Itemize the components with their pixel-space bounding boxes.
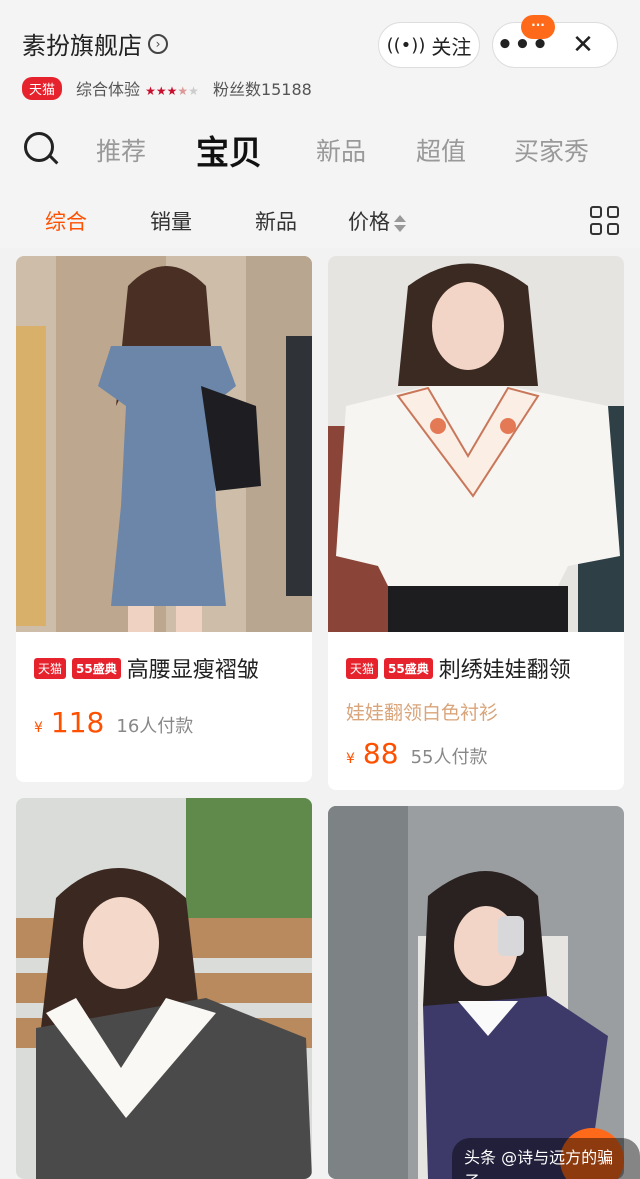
price-row: ¥ 118 16人付款 bbox=[34, 706, 294, 739]
message-badge: ··· bbox=[521, 15, 555, 39]
tab-recommend[interactable]: 推荐 bbox=[96, 132, 146, 168]
tmall-tag: 天猫 bbox=[346, 657, 379, 679]
product-photo bbox=[328, 806, 624, 1179]
product-title: 天猫 55盛典 高腰显瘦褶皱 bbox=[34, 652, 294, 684]
product-title: 天猫 55盛典 刺绣娃娃翻领 bbox=[346, 652, 606, 684]
product-price: 118 bbox=[50, 706, 105, 739]
product-photo bbox=[16, 798, 312, 1179]
store-name-link[interactable]: 素扮旗舰店 › bbox=[22, 26, 168, 61]
sort-new[interactable]: 新品 bbox=[255, 206, 297, 236]
product-title-text: 高腰显瘦褶皱 bbox=[126, 658, 259, 683]
watermark-label: 头条 @诗与远方的骗子 bbox=[452, 1138, 640, 1179]
product-title-text: 刺绣娃娃翻领 bbox=[438, 658, 571, 683]
product-info: 天猫 55盛典 刺绣娃娃翻领 娃娃翻领白色衬衫 ¥ 88 55人付款 bbox=[328, 652, 624, 770]
sort-arrows-icon bbox=[394, 214, 406, 232]
tmall-tag: 天猫 bbox=[34, 657, 67, 679]
follow-label: 关注 bbox=[431, 34, 472, 59]
event-tag: 55盛典 bbox=[72, 657, 121, 679]
currency-symbol: ¥ bbox=[34, 720, 43, 736]
product-card[interactable]: 天猫 55盛典 刺绣娃娃翻领 娃娃翻领白色衬衫 ¥ 88 55人付款 bbox=[328, 256, 624, 790]
follow-button[interactable]: ((•)) 关注 bbox=[378, 22, 480, 68]
broadcast-icon: ((•)) bbox=[386, 34, 426, 56]
currency-symbol: ¥ bbox=[346, 751, 355, 767]
tab-items[interactable]: 宝贝 bbox=[196, 126, 262, 174]
store-nav: 推荐 宝贝 新品 超值 买家秀 bbox=[0, 124, 640, 174]
sort-overall[interactable]: 综合 bbox=[45, 206, 87, 236]
price-row: ¥ 88 55人付款 bbox=[346, 737, 606, 770]
fans-count: 粉丝数15188 bbox=[212, 80, 312, 99]
product-card[interactable]: 天猫 55盛典 高腰显瘦褶皱 ¥ 118 16人付款 bbox=[16, 256, 312, 782]
tmall-badge: 天猫 bbox=[22, 76, 63, 100]
product-info: 天猫 55盛典 高腰显瘦褶皱 ¥ 118 16人付款 bbox=[16, 652, 312, 739]
sold-count: 16人付款 bbox=[116, 716, 194, 737]
product-photo bbox=[328, 256, 624, 632]
experience-label: 综合体验 ★★★★★ bbox=[76, 80, 199, 99]
sort-bar: 综合 销量 新品 价格 bbox=[0, 198, 640, 242]
tab-value[interactable]: 超值 bbox=[416, 132, 466, 168]
product-card[interactable] bbox=[328, 806, 624, 1179]
store-name: 素扮旗舰店 bbox=[22, 32, 142, 60]
store-meta: 天猫 综合体验 ★★★★★ 粉丝数15188 bbox=[22, 76, 312, 100]
sort-sales[interactable]: 销量 bbox=[150, 206, 192, 236]
sort-price[interactable]: 价格 bbox=[348, 206, 406, 236]
rating-stars-icon: ★★★★★ bbox=[145, 84, 199, 98]
tab-new[interactable]: 新品 bbox=[316, 132, 366, 168]
search-icon[interactable] bbox=[24, 132, 59, 166]
product-subtitle: 娃娃翻领白色衬衫 bbox=[346, 702, 499, 724]
sold-count: 55人付款 bbox=[410, 747, 488, 768]
tab-buyer-show[interactable]: 买家秀 bbox=[514, 132, 589, 168]
close-button[interactable]: ✕ bbox=[553, 22, 613, 68]
mini-program-capsule: ••• ✕ ··· bbox=[492, 15, 618, 68]
event-tag: 55盛典 bbox=[384, 657, 433, 679]
grid-view-icon[interactable] bbox=[590, 206, 620, 236]
chevron-right-icon: › bbox=[148, 33, 168, 54]
product-card[interactable] bbox=[16, 798, 312, 1179]
product-photo bbox=[16, 256, 312, 632]
product-price: 88 bbox=[362, 737, 399, 770]
